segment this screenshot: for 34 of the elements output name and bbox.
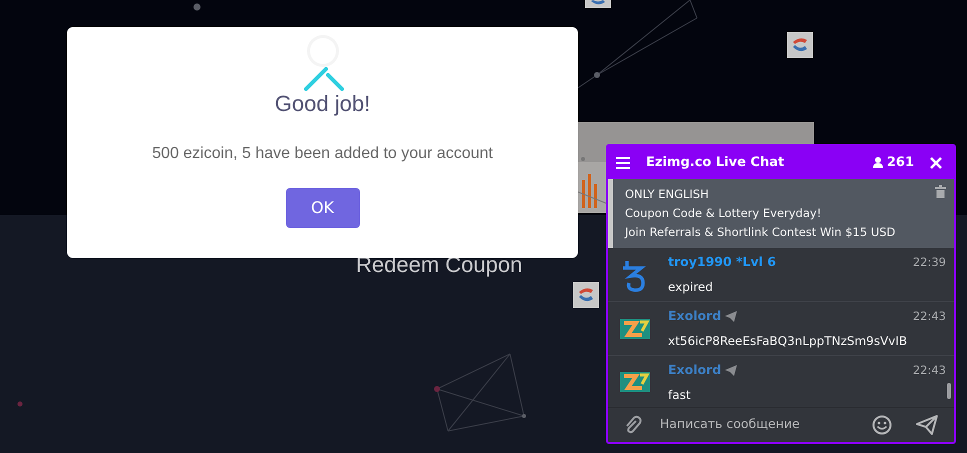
online-count: 261 — [886, 154, 914, 172]
avatar-icon — [620, 318, 650, 338]
message-text: fast — [668, 386, 692, 404]
logo-icon — [787, 32, 813, 58]
logo-icon — [573, 282, 599, 308]
chat-title: Ezimg.co Live Chat — [646, 154, 786, 172]
logo-icon — [585, 0, 611, 8]
message-time: 22:43 — [912, 362, 946, 379]
message-input[interactable]: Написать сообщение — [658, 414, 856, 436]
author-name[interactable]: troy1990 *Lvl 6 — [668, 253, 776, 272]
ok-button[interactable]: OK — [286, 188, 360, 228]
close-icon[interactable] — [930, 156, 942, 169]
trash-icon[interactable] — [935, 185, 946, 198]
page-heading: Redeem Coupon — [356, 251, 522, 279]
message-time: 22:43 — [912, 308, 946, 325]
author-name[interactable]: Exolord — [668, 360, 722, 380]
emoji-icon[interactable] — [872, 414, 892, 435]
paperclip-icon[interactable] — [624, 414, 642, 435]
message-text: xt56icP8ReeEsFaBQ3nLppTNzSm9sVvIB — [668, 332, 908, 350]
pinned-line: Coupon Code & Lottery Everyday! — [625, 205, 822, 222]
author-name[interactable]: Exolord — [668, 307, 722, 326]
send-icon — [725, 311, 738, 322]
send-icon — [725, 364, 738, 376]
message-text: expired — [668, 279, 714, 296]
avatar-icon — [620, 372, 650, 392]
menu-icon[interactable] — [616, 156, 630, 169]
send-icon[interactable] — [916, 414, 938, 435]
pinned-line: Join Referrals & Shortlink Contest Win $15 USD — [625, 224, 896, 242]
pinned-line: ONLY ENGLISH — [625, 186, 710, 204]
user-icon — [872, 157, 883, 168]
message-time: 22:39 — [912, 254, 946, 272]
dialog-title: Good job! — [274, 90, 370, 118]
scrollbar-thumb[interactable] — [947, 383, 951, 400]
dialog-message: 500 ezicoin, 5 have been added to your account — [151, 144, 494, 164]
